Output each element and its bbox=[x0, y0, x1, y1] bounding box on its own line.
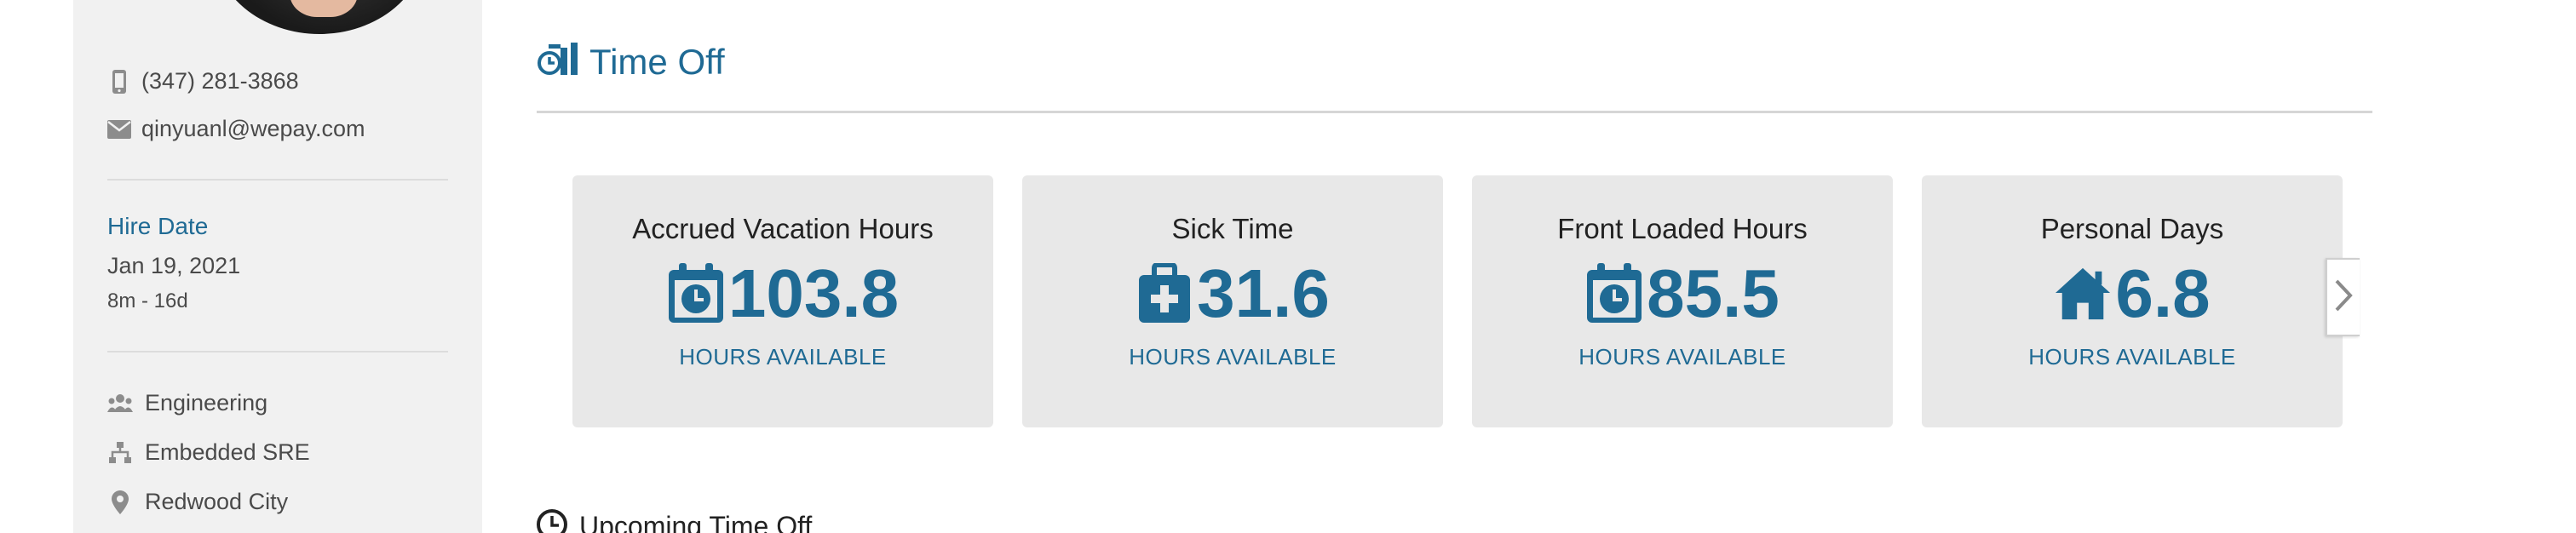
email-address: qinyuanl@wepay.com bbox=[141, 116, 365, 141]
section-divider bbox=[537, 111, 2372, 113]
sidebar-divider bbox=[107, 179, 448, 181]
location-row[interactable]: Redwood City bbox=[107, 489, 288, 515]
balance-card-front-loaded[interactable]: Front Loaded Hours 85.5 HOURS AVAILABLE bbox=[1472, 175, 1893, 427]
phone-icon bbox=[107, 69, 131, 94]
location: Redwood City bbox=[145, 489, 289, 514]
team: Embedded SRE bbox=[145, 439, 310, 465]
page: (347) 281-3868 qinyuanl@wepay.com Hire D… bbox=[0, 0, 2576, 533]
calendar-clock-icon bbox=[667, 262, 725, 325]
team-row[interactable]: Embedded SRE bbox=[107, 439, 310, 466]
chevron-right-icon bbox=[2334, 278, 2353, 317]
balance-card-vacation[interactable]: Accrued Vacation Hours 103.8 HOURS AVAIL… bbox=[572, 175, 993, 427]
phone-row[interactable]: (347) 281-3868 bbox=[107, 68, 299, 95]
card-title: Front Loaded Hours bbox=[1557, 213, 1808, 244]
map-pin-icon bbox=[107, 490, 133, 515]
card-value: 31.6 bbox=[1197, 255, 1330, 331]
card-title: Accrued Vacation Hours bbox=[632, 213, 934, 244]
phone-number: (347) 281-3868 bbox=[141, 68, 299, 94]
house-icon bbox=[2054, 262, 2112, 325]
card-subtitle: HOURS AVAILABLE bbox=[679, 344, 887, 370]
card-subtitle: HOURS AVAILABLE bbox=[1129, 344, 1337, 370]
card-subtitle: HOURS AVAILABLE bbox=[2028, 344, 2236, 370]
hire-date: Jan 19, 2021 bbox=[107, 253, 241, 278]
card-title: Sick Time bbox=[1171, 213, 1294, 244]
section-title: Time Off bbox=[589, 41, 725, 82]
card-value: 6.8 bbox=[2115, 255, 2211, 331]
carousel-next-button[interactable] bbox=[2326, 258, 2360, 336]
upcoming-title: Upcoming Time Off bbox=[579, 511, 813, 533]
department-row[interactable]: Engineering bbox=[107, 390, 267, 416]
balance-card-personal[interactable]: Personal Days 6.8 HOURS AVAILABLE bbox=[1922, 175, 2343, 427]
tenure: 8m - 16d bbox=[107, 289, 188, 312]
time-off-icon bbox=[537, 41, 579, 83]
upcoming-time-off-header: Upcoming Time Off bbox=[535, 507, 812, 533]
card-title: Personal Days bbox=[2040, 213, 2224, 244]
email-row[interactable]: qinyuanl@wepay.com bbox=[107, 116, 365, 142]
sidebar-divider bbox=[107, 351, 448, 352]
org-chart-icon bbox=[107, 440, 133, 466]
card-value: 103.8 bbox=[727, 255, 900, 331]
time-off-header: Time Off bbox=[537, 41, 725, 83]
calendar-clock-icon bbox=[1585, 262, 1643, 325]
avatar bbox=[213, 0, 426, 34]
card-value: 85.5 bbox=[1647, 255, 1780, 331]
envelope-icon bbox=[107, 117, 131, 141]
balance-card-sick[interactable]: Sick Time 31.6 HOURS AVAILABLE bbox=[1022, 175, 1443, 427]
hire-date-label: Hire Date bbox=[107, 213, 209, 239]
medical-bag-icon bbox=[1136, 262, 1193, 325]
people-icon bbox=[107, 391, 133, 416]
card-subtitle: HOURS AVAILABLE bbox=[1578, 344, 1786, 370]
clock-icon bbox=[535, 507, 569, 533]
department: Engineering bbox=[145, 390, 268, 416]
